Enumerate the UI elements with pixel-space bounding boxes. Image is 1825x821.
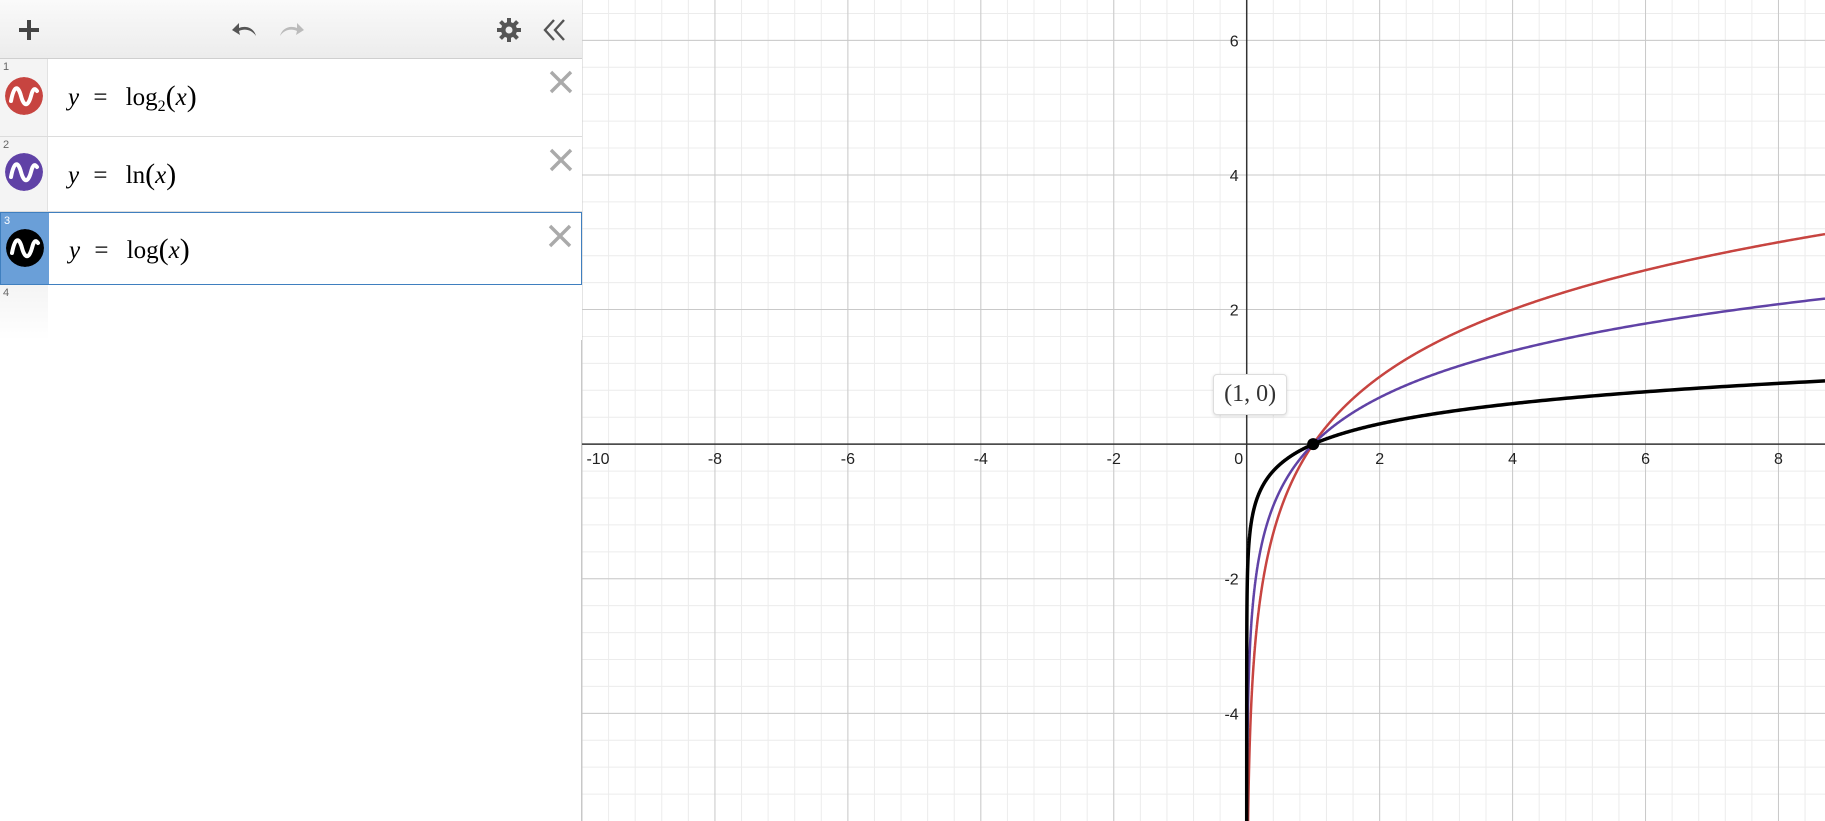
- plus-icon: [19, 19, 39, 40]
- y-tick-label: -2: [1224, 572, 1238, 589]
- add-expression-button[interactable]: [12, 0, 46, 59]
- y-tick-label: 4: [1230, 168, 1239, 185]
- x-tick-label: -2: [1107, 451, 1121, 468]
- x-tick-label: 8: [1774, 451, 1783, 468]
- curve-log2[interactable]: [1246, 232, 1825, 821]
- minor-grid: [582, 0, 1825, 821]
- gear-icon: [497, 17, 521, 42]
- y-tick-label: -4: [1224, 706, 1238, 723]
- expression-row-2[interactable]: 2 y = ln(x): [0, 137, 582, 212]
- graph-canvas[interactable]: -10 -8 -6 -4 -2 0 2 4 6 8 6 4 2 -2 -4: [582, 0, 1825, 821]
- close-icon[interactable]: [546, 67, 576, 97]
- intersection-point[interactable]: [1307, 438, 1320, 451]
- double-chevron-left-icon: [543, 18, 565, 41]
- expression-tab: 4: [0, 285, 48, 340]
- x-tick-label: -10: [586, 451, 609, 468]
- y-tick-label: 6: [1230, 33, 1239, 50]
- expression-index: 4: [3, 287, 10, 299]
- curves: [1244, 232, 1825, 821]
- close-icon[interactable]: [545, 221, 575, 251]
- expression-row-3[interactable]: 3 y = log(x): [0, 212, 582, 285]
- close-icon[interactable]: [546, 145, 576, 175]
- x-tick-label: -8: [708, 451, 722, 468]
- expression-tab: 1: [0, 59, 48, 136]
- curve-color-icon[interactable]: [5, 153, 43, 191]
- expression-index: 2: [3, 139, 10, 151]
- expression-toolbar: [0, 0, 582, 59]
- expression-row-1[interactable]: 1 y = log2(x): [0, 59, 582, 137]
- curve-color-icon[interactable]: [6, 229, 44, 267]
- point-coordinate-label: (1, 0): [1213, 374, 1288, 416]
- redo-icon: [280, 22, 304, 36]
- undo-icon: [232, 22, 256, 36]
- tick-labels: -10 -8 -6 -4 -2 0 2 4 6 8 6 4 2 -2 -4: [586, 33, 1783, 723]
- settings-button[interactable]: [492, 0, 526, 59]
- expression-math[interactable]: y = log(x): [69, 232, 190, 266]
- curve-color-icon[interactable]: [5, 77, 43, 115]
- x-tick-label: 2: [1375, 451, 1384, 468]
- x-tick-label: -4: [974, 451, 988, 468]
- expression-index: 1: [3, 61, 10, 73]
- expression-list-panel: 1 y = log2(x) 2 y = ln(x) 3 y = log(x) 4: [0, 0, 582, 821]
- undo-button[interactable]: [228, 0, 262, 59]
- x-tick-label: -6: [841, 451, 855, 468]
- expression-index: 3: [4, 215, 11, 227]
- redo-button[interactable]: [274, 0, 308, 59]
- expression-math[interactable]: y = ln(x): [68, 157, 176, 191]
- x-tick-label: 0: [1234, 451, 1243, 468]
- expression-tab: 3: [1, 213, 49, 284]
- expression-tab: 2: [0, 137, 48, 211]
- curve-ln[interactable]: [1245, 297, 1825, 821]
- curve-log[interactable]: [1244, 379, 1825, 821]
- x-tick-label: 6: [1641, 451, 1650, 468]
- expression-row-4[interactable]: 4: [0, 285, 582, 340]
- collapse-panel-button[interactable]: [538, 0, 572, 59]
- x-tick-label: 4: [1508, 451, 1517, 468]
- y-tick-label: 2: [1230, 303, 1239, 320]
- expression-math[interactable]: y = log2(x): [68, 79, 197, 115]
